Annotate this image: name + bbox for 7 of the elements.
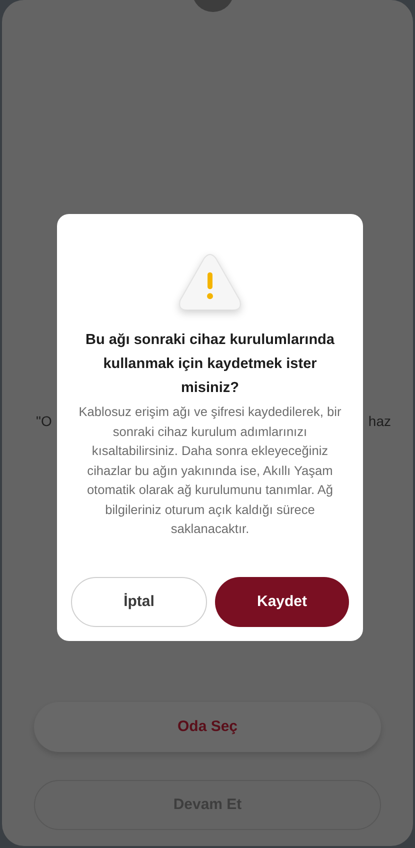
background-text: haz: [368, 412, 391, 431]
dialog-message: Kablosuz erişim ağı ve şifresi kaydedilerek, bir sonraki cihaz kurulum adımlarınızı kısaltabilirsiniz. Daha sonra ekleyeceğiniz cihazlar bu ağın yakınında ise, Akıllı Yaşam otomatik olarak ağ kurulumunu tanımlar. Ağ bilgileriniz oturum açık kaldığı sürece saklanacaktır.: [78, 403, 342, 538]
save-button[interactable]: Kaydet: [215, 577, 349, 627]
warning-icon: [179, 254, 241, 310]
dialog-title: Bu ağı sonraki cihaz kurulumlarında kullanmak için kaydetmek ister misiniz?: [84, 331, 336, 398]
background-text: "O: [36, 412, 52, 431]
cancel-button[interactable]: İptal: [71, 577, 207, 627]
